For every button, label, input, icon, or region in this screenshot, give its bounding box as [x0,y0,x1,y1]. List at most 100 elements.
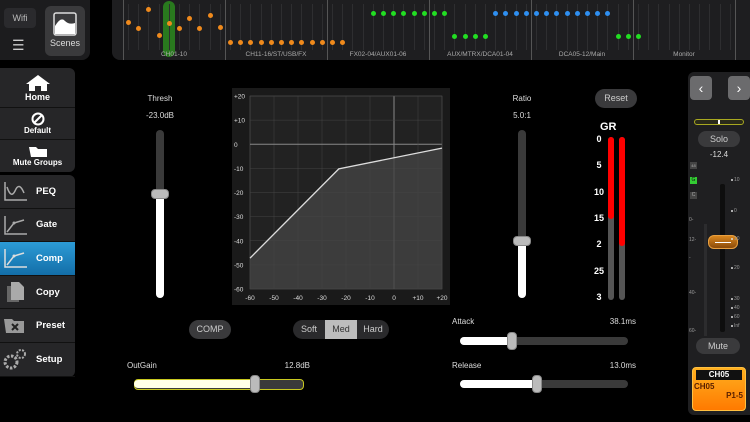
channel-level-dot [258,40,264,46]
chevron-left-icon: ‹ [698,80,704,96]
channel-meter-strip[interactable]: CH01-10 CH11-16/ST/USB/FX FX02-04/AUX01-06… [112,0,750,60]
channel-slot[interactable] [189,4,191,50]
mute-button[interactable]: Mute [696,338,740,354]
meter-scale-label: 0- [689,217,694,223]
outgain-label: OutGain [127,361,157,370]
channel-slot[interactable] [454,4,456,50]
channel-level-dot [248,40,254,46]
comp-icon [0,246,30,270]
knee-option-hard[interactable]: Hard [357,320,389,339]
y-tick-label: -40 [234,238,244,245]
channel-slot[interactable] [485,4,486,50]
slider-thumb[interactable] [151,188,169,199]
channel-slot[interactable] [689,4,690,50]
gr-bar-fill [608,137,614,219]
pan-slider[interactable] [694,119,744,125]
fader-scale-label: Inf [734,323,740,329]
scale-dot [731,324,733,327]
channel-level-dot [197,26,203,32]
channel-slot[interactable] [627,4,629,50]
sidebar-item-gate[interactable]: Gate [0,209,75,243]
sidebar-item-default[interactable]: Default [0,108,75,140]
channel-level-dot [166,20,172,26]
peq-icon [0,179,30,203]
channel-slot[interactable] [638,4,639,50]
outgain-value: 12.8dB [284,361,310,370]
channel-level-meter [704,224,707,336]
release-value: 13.0ms [609,361,636,370]
scale-dot [731,237,733,240]
channel-slot[interactable] [729,4,731,50]
section-label[interactable]: AUX/MTRX/DCA01-04 [429,51,531,58]
prev-channel-button[interactable]: ‹ [690,76,712,100]
sidebar-item-comp[interactable]: Comp [0,242,75,276]
gear-icon [0,347,30,371]
slider-fill [460,337,513,345]
slider-thumb[interactable] [507,332,518,350]
slider-thumb[interactable] [532,375,543,393]
scale-dot [731,178,733,181]
channel-level-dot [513,10,519,16]
sidebar-item-peq[interactable]: PEQ [0,175,75,209]
channel-slot[interactable] [699,4,701,50]
channel-level-dot [207,13,213,19]
channel-name-card[interactable]: CH05 CH05 P1-5 [692,367,746,411]
channel-slot[interactable] [209,4,211,50]
gate-badge[interactable]: G [690,177,697,184]
channel-slot[interactable] [648,4,650,50]
phantom-48-badge[interactable]: 48 [690,162,697,169]
folder-icon [28,146,47,157]
channel-level-dot [319,40,325,46]
channel-slot[interactable] [158,4,160,50]
channel-slot[interactable] [474,4,476,50]
gate-icon [0,213,30,237]
channel-level-dot [279,40,284,46]
section-label[interactable]: DCA05-12/Main [531,51,633,58]
knee-option-soft[interactable]: Soft [293,320,325,339]
channel-label: CH05 [694,382,715,391]
channel-slot[interactable] [709,4,711,50]
section-label[interactable]: FX02-04/AUX01-06 [327,51,429,58]
sidebar-item-home[interactable]: Home [0,68,75,108]
section-label[interactable]: CH01-10 [123,51,225,58]
section-label[interactable]: Monitor [633,51,735,58]
comp-button[interactable]: COMP [189,320,231,339]
channel-slot[interactable] [464,4,466,50]
channel-slot[interactable] [362,4,364,50]
channel-slot[interactable] [352,4,354,50]
channel-slot[interactable] [128,4,129,50]
section-label[interactable]: CH11-16/ST/USB/FX [225,51,327,58]
y-tick-label: +10 [234,118,245,125]
thresh-value: -23.0dB [145,111,175,120]
comp-badge[interactable]: C [690,192,697,199]
channel-slot[interactable] [617,4,619,50]
next-channel-button[interactable]: › [728,76,750,100]
channel-fader-track[interactable] [720,184,725,332]
reset-button[interactable]: Reset [595,89,637,108]
sidebar-item-mute-groups[interactable]: Mute Groups [0,140,75,172]
x-tick-label: +20 [436,295,447,302]
slider-thumb[interactable] [249,375,260,393]
channel-slot[interactable] [168,4,170,50]
slider-fill [518,240,526,298]
wifi-button[interactable]: Wifi [4,8,36,28]
channel-level-dot [330,40,335,46]
knee-option-med[interactable]: Med [325,320,357,339]
sidebar-item-setup[interactable]: Setup [0,343,75,377]
sidebar-item-copy[interactable]: Copy [0,276,75,310]
scenes-button[interactable]: Scenes [45,6,85,56]
slider-thumb[interactable] [513,235,531,246]
fader-scale-label: 10 [734,177,740,183]
menu-icon[interactable]: ☰ [12,37,26,54]
sidebar-item-label: Default [23,126,52,135]
sidebar-item-preset[interactable]: Preset [0,309,75,343]
channel-slot[interactable] [668,4,670,50]
solo-button[interactable]: Solo [698,131,740,147]
channel-slot[interactable] [719,4,721,50]
channel-slot[interactable] [658,4,660,50]
channel-level-dot [554,10,560,16]
x-tick-label: -60 [245,295,255,302]
channel-level-dot [615,33,621,39]
home-icon [25,74,50,91]
channel-slot[interactable] [678,4,680,50]
